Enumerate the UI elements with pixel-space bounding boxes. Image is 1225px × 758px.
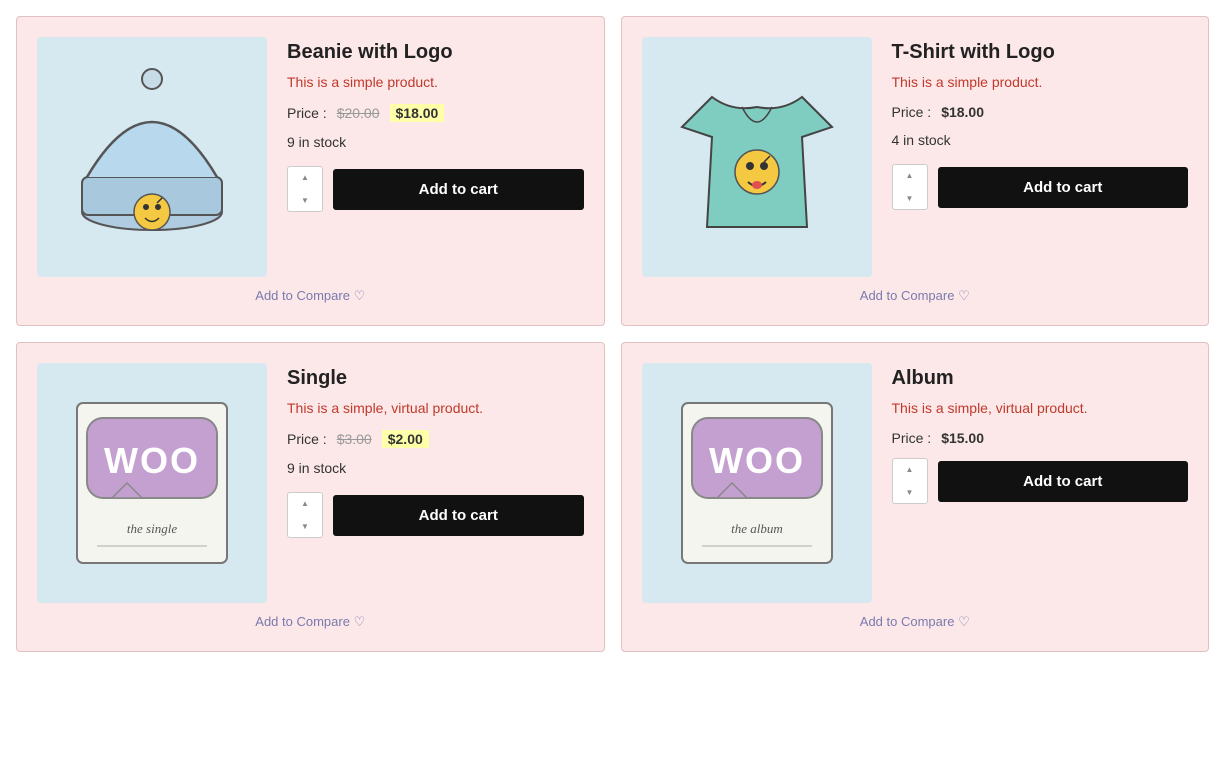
quantity-spinner[interactable]	[892, 164, 928, 210]
product-grid: Beanie with Logo This is a simple produc…	[16, 16, 1209, 652]
product-details: T-Shirt with Logo This is a simple produ…	[892, 37, 1189, 277]
product-card-tshirt-with-logo: T-Shirt with Logo This is a simple produ…	[621, 16, 1210, 326]
add-to-cart-button[interactable]: Add to cart	[938, 167, 1189, 208]
product-title: T-Shirt with Logo	[892, 41, 1189, 64]
heart-icon: ♡	[958, 288, 970, 303]
product-card-album: WOO the album Album This is a simple, vi…	[621, 342, 1210, 652]
compare-row: Add to Compare ♡	[37, 613, 584, 631]
product-description: This is a simple product.	[287, 74, 584, 90]
heart-icon: ♡	[354, 614, 366, 629]
stock-info: 4 in stock	[892, 132, 1189, 148]
price-old: $20.00	[337, 105, 380, 121]
price-label: Price :	[892, 430, 932, 446]
product-details: Beanie with Logo This is a simple produc…	[287, 37, 584, 277]
quantity-spinner[interactable]	[892, 458, 928, 504]
price-old: $3.00	[337, 431, 372, 447]
price-label: Price :	[892, 104, 932, 120]
price-row: Price : $20.00 $18.00	[287, 104, 584, 122]
svg-text:WOO: WOO	[709, 440, 805, 481]
product-image-wrap: WOO the single	[37, 363, 267, 603]
product-description: This is a simple, virtual product.	[287, 400, 584, 416]
add-to-cart-row: Add to cart	[892, 458, 1189, 504]
add-to-compare-link[interactable]: Add to Compare ♡	[255, 288, 365, 303]
quantity-spinner[interactable]	[287, 492, 323, 538]
price-label: Price :	[287, 431, 327, 447]
product-title: Single	[287, 367, 584, 390]
product-card-beanie-with-logo: Beanie with Logo This is a simple produc…	[16, 16, 605, 326]
price-new: $18.00	[390, 104, 445, 122]
add-to-cart-button[interactable]: Add to cart	[938, 461, 1189, 502]
add-to-cart-row: Add to cart	[287, 166, 584, 212]
stock-info: 9 in stock	[287, 460, 584, 476]
product-card-single: WOO the single Single This is a simple, …	[16, 342, 605, 652]
product-description: This is a simple product.	[892, 74, 1189, 90]
price-new: $2.00	[382, 430, 429, 448]
price-row: Price : $18.00	[892, 104, 1189, 120]
product-image-wrap	[642, 37, 872, 277]
add-to-cart-row: Add to cart	[287, 492, 584, 538]
product-title: Album	[892, 367, 1189, 390]
price-label: Price :	[287, 105, 327, 121]
add-to-compare-link[interactable]: Add to Compare ♡	[255, 614, 365, 629]
heart-icon: ♡	[354, 288, 366, 303]
price-current: $18.00	[941, 104, 984, 120]
product-image-wrap	[37, 37, 267, 277]
add-to-cart-row: Add to cart	[892, 164, 1189, 210]
stock-info: 9 in stock	[287, 134, 584, 150]
add-to-cart-button[interactable]: Add to cart	[333, 495, 584, 536]
heart-icon: ♡	[958, 614, 970, 629]
compare-row: Add to Compare ♡	[642, 287, 1189, 305]
product-details: Album This is a simple, virtual product.…	[892, 363, 1189, 603]
price-row: Price : $15.00	[892, 430, 1189, 446]
quantity-spinner[interactable]	[287, 166, 323, 212]
price-row: Price : $3.00 $2.00	[287, 430, 584, 448]
add-to-compare-link[interactable]: Add to Compare ♡	[860, 288, 970, 303]
product-title: Beanie with Logo	[287, 41, 584, 64]
svg-text:the single: the single	[127, 521, 177, 536]
price-current: $15.00	[941, 430, 984, 446]
add-to-compare-link[interactable]: Add to Compare ♡	[860, 614, 970, 629]
product-image-wrap: WOO the album	[642, 363, 872, 603]
add-to-cart-button[interactable]: Add to cart	[333, 169, 584, 210]
svg-text:the album: the album	[731, 521, 783, 536]
compare-row: Add to Compare ♡	[642, 613, 1189, 631]
svg-text:WOO: WOO	[104, 440, 200, 481]
product-description: This is a simple, virtual product.	[892, 400, 1189, 416]
compare-row: Add to Compare ♡	[37, 287, 584, 305]
product-details: Single This is a simple, virtual product…	[287, 363, 584, 603]
